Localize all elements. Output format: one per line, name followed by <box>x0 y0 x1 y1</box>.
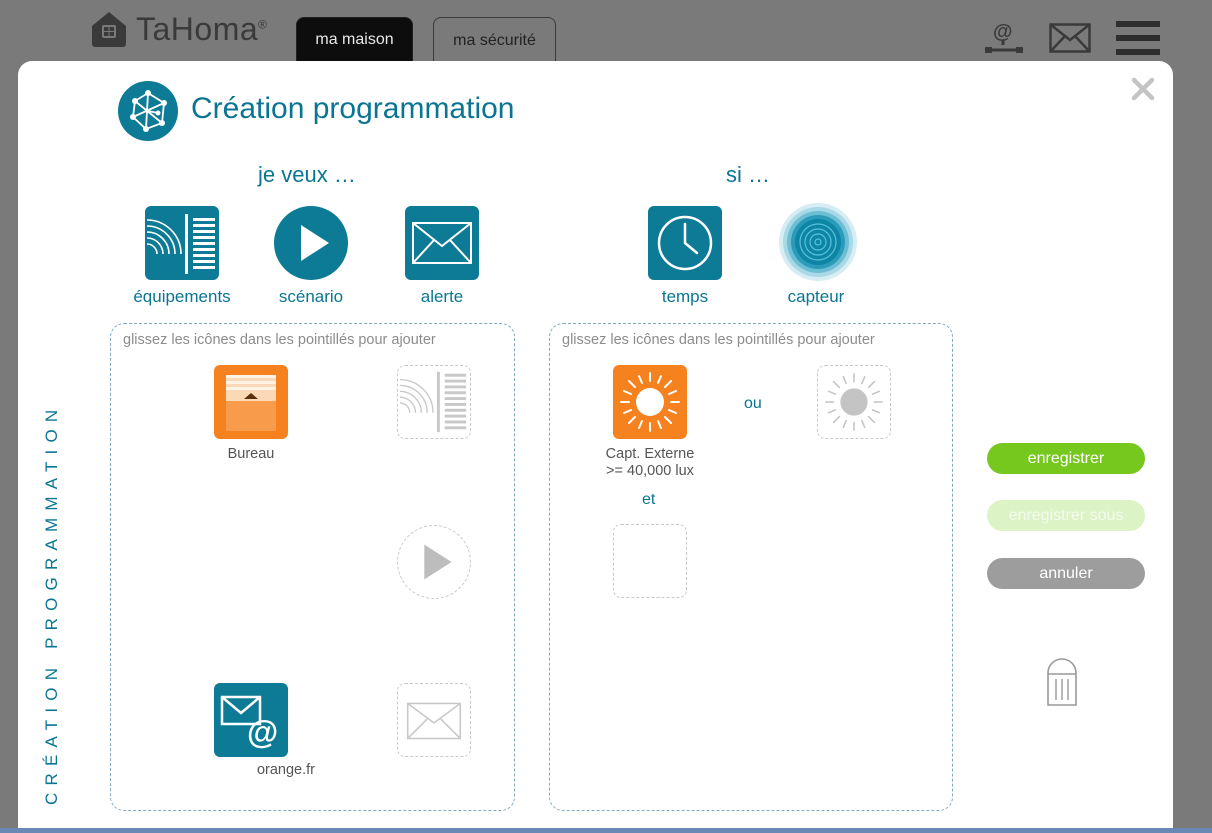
svg-text:@: @ <box>993 21 1013 43</box>
condition-or-slot[interactable] <box>817 365 891 439</box>
palette-scenario-icon[interactable] <box>274 206 348 280</box>
palette-capteur-icon[interactable] <box>778 202 858 282</box>
palette-equipements-label: équipements <box>133 287 231 306</box>
save-button[interactable]: enregistrer <box>987 443 1145 474</box>
section-heading-je-veux: je veux … <box>258 162 356 187</box>
logo-trademark: ® <box>258 16 268 31</box>
svg-text:@: @ <box>247 714 278 750</box>
cancel-button[interactable]: annuler <box>987 558 1145 589</box>
close-icon[interactable] <box>1129 75 1157 103</box>
page-title: Création programmation <box>191 92 515 125</box>
programming-network-icon <box>118 81 178 141</box>
sun-icon[interactable] <box>613 365 687 439</box>
bottom-strip <box>0 828 1212 833</box>
email-label: orange.fr <box>256 762 316 778</box>
tab-ma-maison[interactable]: ma maison <box>296 17 413 63</box>
menu-icon[interactable] <box>1116 21 1160 55</box>
house-icon <box>92 12 126 47</box>
email-at-icon[interactable]: @ <box>214 683 288 757</box>
action-dropzone[interactable]: glissez les icônes dans les pointillés p… <box>110 323 515 811</box>
palette-equipements-icon[interactable] <box>145 206 219 280</box>
equipment-label: Bureau <box>227 446 275 462</box>
scenario-placeholder-icon <box>424 544 452 580</box>
palette-temps-icon[interactable] <box>648 206 722 280</box>
dropzone-hint: glissez les icônes dans les pointillés p… <box>562 332 875 348</box>
palette-alerte-label: alerte <box>420 287 464 306</box>
trash-icon[interactable] <box>1046 655 1078 707</box>
save-as-button[interactable]: enregistrer sous <box>987 500 1145 531</box>
awning-icon[interactable] <box>214 365 288 439</box>
alert-slot[interactable] <box>397 683 471 757</box>
scenario-slot[interactable] <box>397 525 471 599</box>
or-connector: ou <box>744 395 762 412</box>
mail-icon[interactable] <box>1049 23 1091 53</box>
creation-programmation-modal: Création programmation CRÉATION PROGRAMM… <box>18 61 1173 833</box>
and-connector: et <box>642 491 656 508</box>
condition-dropzone[interactable]: glissez les icônes dans les pointillés p… <box>549 323 953 811</box>
equipment-placeholder-icon <box>399 371 467 433</box>
sensor-name: Capt. Externe <box>605 446 695 462</box>
palette-scenario-label: scénario <box>278 287 344 306</box>
logo-text: TaHoma <box>136 10 259 47</box>
palette-alerte-icon[interactable] <box>405 206 479 280</box>
tab-ma-securite[interactable]: ma sécurité <box>433 17 556 63</box>
app-logo[interactable]: TaHoma® <box>90 10 268 48</box>
at-network-icon[interactable]: @ <box>983 18 1025 54</box>
equipment-slot[interactable] <box>397 365 471 439</box>
condition-and-slot[interactable] <box>613 524 687 598</box>
alert-placeholder-icon <box>406 702 462 740</box>
vertical-section-label: CRÉATION PROGRAMMATION <box>42 402 61 805</box>
top-bar: TaHoma® ma maison ma sécurité @ <box>0 0 1212 63</box>
section-heading-si: si … <box>726 162 770 187</box>
palette-temps-label: temps <box>661 287 709 306</box>
sun-placeholder-icon <box>825 373 883 431</box>
palette-capteur-label: capteur <box>787 287 845 306</box>
sensor-condition-label: Capt. Externe >= 40,000 lux <box>580 446 720 480</box>
dropzone-hint: glissez les icônes dans les pointillés p… <box>123 332 436 348</box>
sensor-threshold: >= 40,000 lux <box>606 463 694 479</box>
